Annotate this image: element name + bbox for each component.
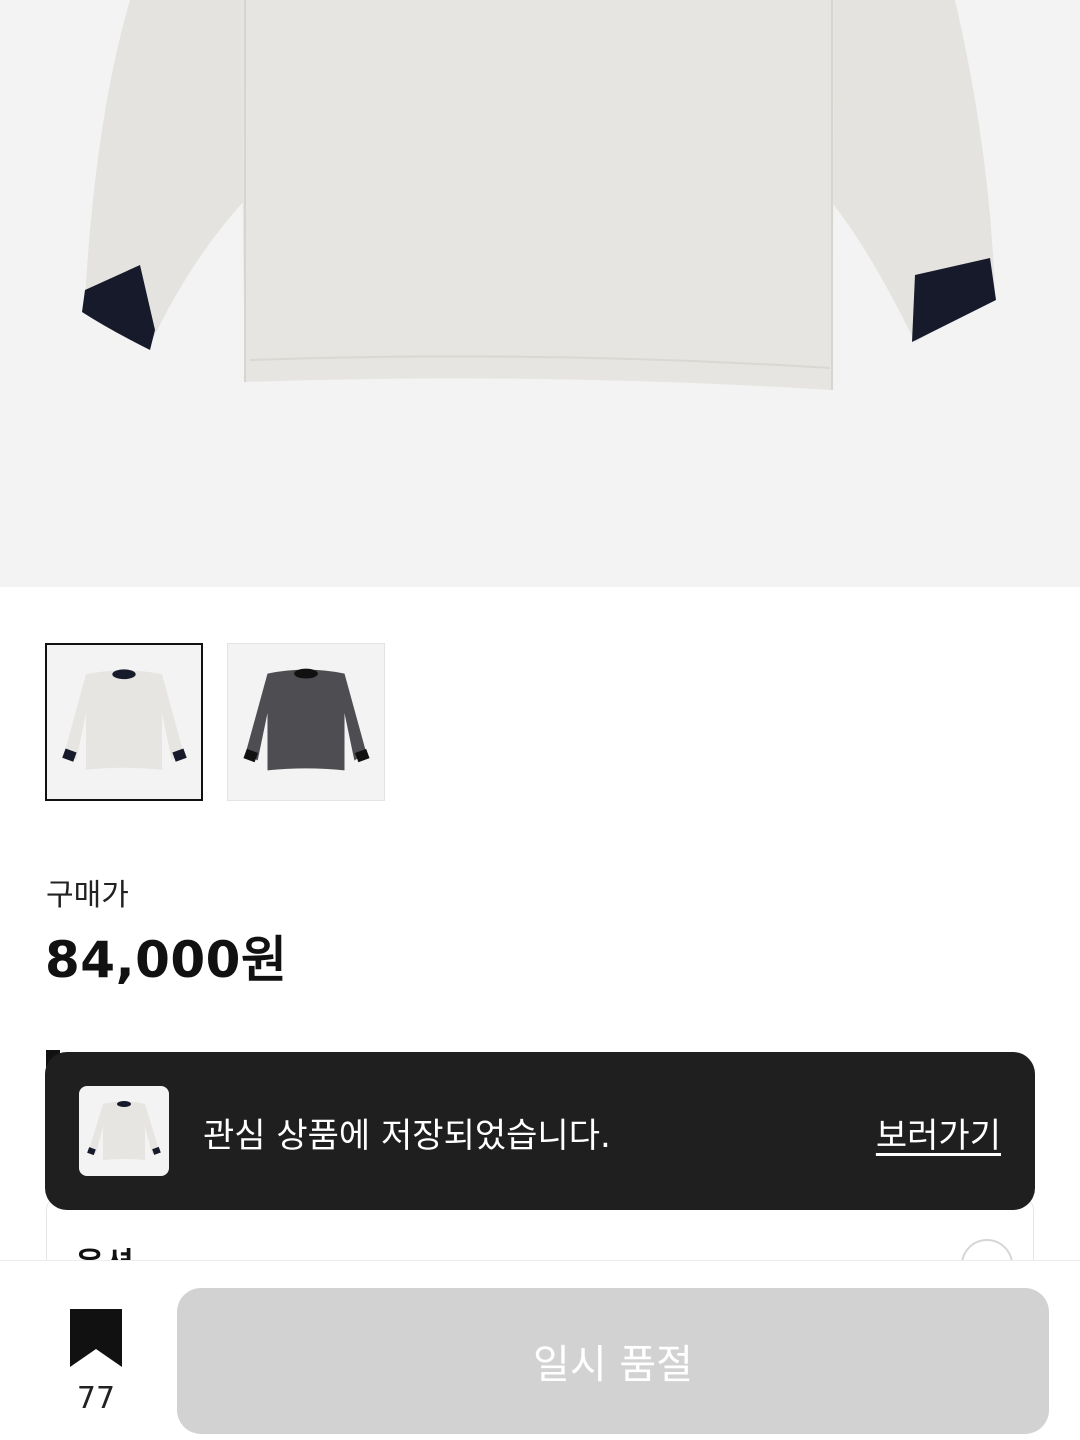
soldout-button[interactable]: 일시 품절	[177, 1288, 1049, 1434]
bottom-action-bar: 77 일시 품절	[0, 1260, 1080, 1440]
bookmark-icon	[70, 1309, 122, 1367]
tshirt-thumb-charcoal	[243, 668, 370, 771]
tshirt-toast-thumb	[87, 1101, 161, 1160]
price-label: 구매가	[46, 878, 129, 913]
thumbnail-charcoal[interactable]	[227, 643, 385, 801]
tshirt-thumb-light	[62, 669, 187, 770]
thumbnail-strip	[45, 643, 385, 801]
wishlist-toast: 관심 상품에 저장되었습니다. 보러가기	[45, 1052, 1035, 1210]
view-wishlist-link[interactable]: 보러가기	[876, 1108, 1001, 1157]
toast-message: 관심 상품에 저장되었습니다.	[203, 1116, 611, 1156]
bookmark-count: 77	[76, 1381, 116, 1416]
toast-product-thumbnail	[79, 1086, 169, 1176]
bookmark-button[interactable]: 77	[56, 1301, 136, 1416]
price-value: 84,000원	[45, 931, 288, 989]
thumbnail-light-gray[interactable]	[45, 643, 203, 801]
tshirt-illustration	[82, 0, 996, 390]
product-hero-image	[0, 0, 1080, 587]
